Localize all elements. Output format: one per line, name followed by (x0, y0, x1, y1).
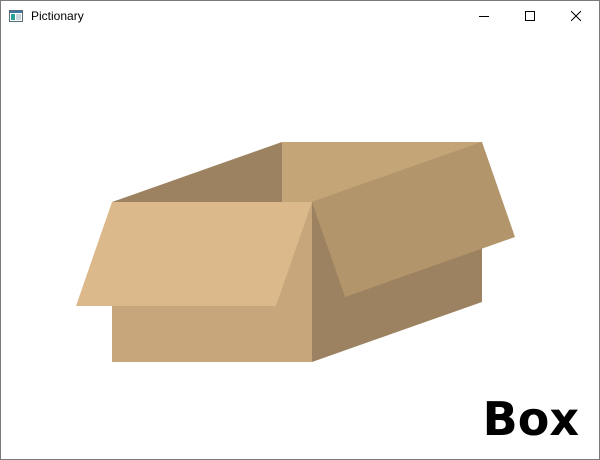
box-left-flap (76, 202, 312, 306)
title-bar[interactable]: Pictionary (1, 1, 599, 31)
app-window: Pictionary Box (0, 0, 600, 460)
minimize-icon (479, 11, 489, 21)
window-title: Pictionary (31, 9, 84, 23)
window-controls (461, 1, 599, 31)
drawing-canvas: Box (1, 31, 599, 459)
word-caption: Box (482, 392, 579, 446)
minimize-button[interactable] (461, 1, 507, 31)
close-icon (571, 11, 581, 21)
close-button[interactable] (553, 1, 599, 31)
maximize-icon (525, 11, 535, 21)
app-window-icon (9, 9, 23, 23)
maximize-button[interactable] (507, 1, 553, 31)
